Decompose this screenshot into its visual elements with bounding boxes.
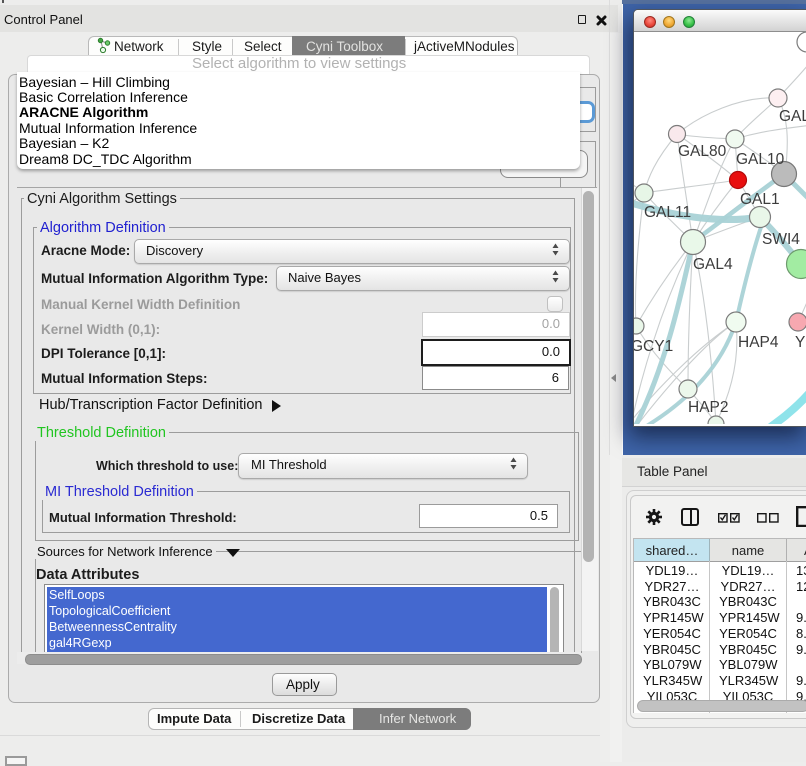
svg-text:SWI4: SWI4 [762, 231, 800, 248]
svg-text:GAL80: GAL80 [678, 143, 727, 160]
svg-text:GAL2: GAL2 [779, 108, 806, 125]
svg-text:GAL1: GAL1 [740, 191, 780, 208]
svg-text:GAL11: GAL11 [644, 204, 691, 221]
svg-text:GAL10: GAL10 [736, 151, 785, 168]
svg-text:Y: Y [795, 334, 805, 351]
svg-text:GCY1: GCY1 [634, 338, 673, 355]
svg-text:HAP2: HAP2 [688, 399, 729, 416]
svg-text:HAP4: HAP4 [738, 334, 779, 351]
svg-text:GAL4: GAL4 [693, 256, 733, 273]
